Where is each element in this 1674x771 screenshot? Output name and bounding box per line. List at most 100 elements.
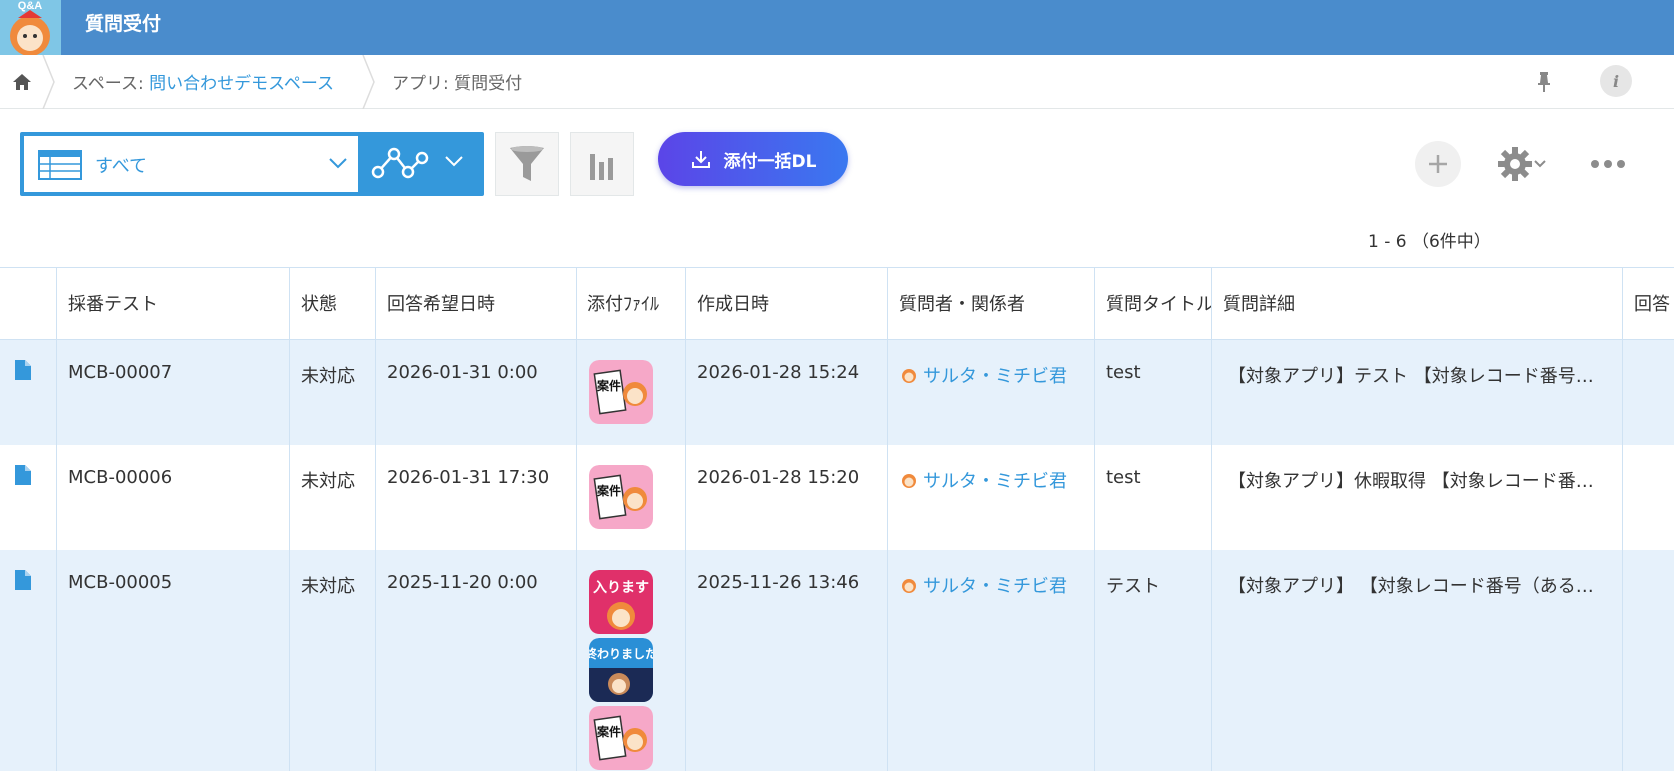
- record-detail-link[interactable]: [0, 550, 56, 771]
- more-options-button[interactable]: [1588, 148, 1628, 180]
- column-header-icon: [0, 268, 56, 339]
- user-avatar-icon: [902, 369, 916, 383]
- user-name: サルタ・ミチビ君: [923, 576, 1067, 597]
- info-icon: i: [1612, 71, 1620, 91]
- column-header[interactable]: 質問詳細: [1211, 268, 1622, 339]
- chevron-down-icon[interactable]: [444, 154, 464, 168]
- record-number: MCB-00006: [56, 445, 289, 550]
- record-due-date: 2026-01-31 0:00: [375, 340, 576, 445]
- bulk-download-label: 添付一括DL: [723, 151, 817, 172]
- graph-icon[interactable]: [370, 146, 430, 182]
- record-detail: 【対象アプリ】 【対象レコード番号（ある…: [1211, 550, 1622, 771]
- user-avatar-icon: [902, 579, 916, 593]
- breadcrumb-space[interactable]: スペース: 問い合わせデモスペース: [72, 69, 334, 94]
- table-row[interactable]: MCB-00007 未対応 2026-01-31 0:00 案件 2026-01…: [0, 340, 1674, 445]
- attachment-cell: 案件: [576, 340, 685, 445]
- table-header: 採番テスト 状態 回答希望日時 添付ﾌｧｲﾙ 作成日時 質問者・関係者 質問タイ…: [0, 267, 1674, 340]
- attachment-cell: 入ります 終わりました 案件: [576, 550, 685, 771]
- filter-icon: [510, 146, 544, 181]
- table-view-icon: [38, 150, 82, 180]
- document-icon: [15, 360, 31, 380]
- chevron-down-icon: [329, 158, 347, 169]
- column-header[interactable]: 作成日時: [685, 268, 887, 339]
- breadcrumb-space-link[interactable]: 問い合わせデモスペース: [149, 74, 334, 94]
- attachment-thumbnail[interactable]: 案件: [589, 360, 653, 424]
- user-avatar-icon: [902, 474, 916, 488]
- chart-button[interactable]: [570, 132, 634, 196]
- plus-icon: [1429, 155, 1447, 173]
- info-button[interactable]: i: [1600, 65, 1632, 97]
- svg-text:入ります: 入ります: [593, 580, 649, 596]
- view-dropdown[interactable]: すべて: [24, 136, 358, 192]
- svg-text:案件: 案件: [596, 483, 621, 498]
- view-selector: すべて: [20, 132, 484, 196]
- add-record-button[interactable]: [1415, 141, 1461, 187]
- record-number: MCB-00007: [56, 340, 289, 445]
- bulk-download-button[interactable]: 添付一括DL: [658, 132, 848, 186]
- column-header[interactable]: 採番テスト: [56, 268, 289, 339]
- record-title: test: [1094, 445, 1211, 550]
- gear-icon: [1498, 147, 1532, 181]
- breadcrumb: スペース: 問い合わせデモスペース アプリ: 質問受付 i: [0, 55, 1674, 109]
- home-icon: [13, 74, 31, 90]
- record-user-cell: サルタ・ミチビ君: [887, 340, 1094, 445]
- user-link[interactable]: サルタ・ミチビ君: [899, 362, 1094, 388]
- record-status: 未対応: [289, 445, 375, 550]
- settings-button[interactable]: [1490, 140, 1554, 188]
- pager-count: 1 - 6 （6件中）: [1368, 232, 1491, 252]
- record-user-cell: サルタ・ミチビ君: [887, 550, 1094, 771]
- breadcrumb-separator: [42, 55, 55, 109]
- record-due-date: 2026-01-31 17:30: [375, 445, 576, 550]
- attachment-thumbnail[interactable]: 案件: [589, 465, 653, 529]
- record-status: 未対応: [289, 340, 375, 445]
- user-name: サルタ・ミチビ君: [923, 366, 1067, 387]
- filter-button[interactable]: [495, 132, 559, 196]
- record-detail: 【対象アプリ】休暇取得 【対象レコード番…: [1211, 445, 1622, 550]
- user-link[interactable]: サルタ・ミチビ君: [899, 467, 1094, 493]
- svg-text:Q&A: Q&A: [18, 0, 43, 12]
- record-answer: [1622, 445, 1674, 550]
- attachment-thumbnail[interactable]: 終わりました: [589, 638, 653, 702]
- record-created: 2025-11-26 13:46: [685, 550, 887, 771]
- app-header: Q&A 質問受付: [0, 0, 1674, 55]
- download-icon: [691, 151, 710, 168]
- breadcrumb-app: アプリ: 質問受付: [392, 74, 523, 94]
- record-due-date: 2025-11-20 0:00: [375, 550, 576, 771]
- column-header[interactable]: 状態: [289, 268, 375, 339]
- record-title: test: [1094, 340, 1211, 445]
- column-header[interactable]: 回答: [1622, 268, 1674, 339]
- column-header[interactable]: 質問タイトル: [1094, 268, 1211, 339]
- record-answer: [1622, 340, 1674, 445]
- home-button[interactable]: [0, 55, 44, 109]
- chevron-down-icon: [1534, 160, 1546, 168]
- breadcrumb-space-prefix: スペース:: [72, 74, 150, 94]
- record-number: MCB-00005: [56, 550, 289, 771]
- pin-icon: [1538, 72, 1550, 92]
- record-detail: 【対象アプリ】テスト 【対象レコード番号…: [1211, 340, 1622, 445]
- table-row[interactable]: MCB-00005 未対応 2025-11-20 0:00 入ります 終わりまし…: [0, 550, 1674, 771]
- record-user-cell: サルタ・ミチビ君: [887, 445, 1094, 550]
- more-icon: [1591, 160, 1625, 168]
- column-header[interactable]: 質問者・関係者: [887, 268, 1094, 339]
- record-answer: [1622, 550, 1674, 771]
- document-icon: [15, 570, 31, 590]
- svg-text:案件: 案件: [596, 724, 621, 739]
- user-link[interactable]: サルタ・ミチビ君: [899, 572, 1094, 598]
- table-row[interactable]: MCB-00006 未対応 2026-01-31 17:30 案件 2026-0…: [0, 445, 1674, 550]
- record-title: テスト: [1094, 550, 1211, 771]
- record-detail-link[interactable]: [0, 445, 56, 550]
- record-status: 未対応: [289, 550, 375, 771]
- record-created: 2026-01-28 15:20: [685, 445, 887, 550]
- attachment-thumbnail[interactable]: 案件: [589, 706, 653, 770]
- document-icon: [15, 465, 31, 485]
- svg-text:案件: 案件: [596, 378, 621, 393]
- attachment-thumbnail[interactable]: 入ります: [589, 570, 653, 634]
- bar-chart-icon: [590, 154, 613, 180]
- column-header[interactable]: 添付ﾌｧｲﾙ: [576, 268, 685, 339]
- attachment-cell: 案件: [576, 445, 685, 550]
- app-logo[interactable]: Q&A: [0, 0, 61, 55]
- pin-button[interactable]: [1530, 68, 1558, 96]
- breadcrumb-separator: [362, 55, 375, 109]
- record-detail-link[interactable]: [0, 340, 56, 445]
- column-header[interactable]: 回答希望日時: [375, 268, 576, 339]
